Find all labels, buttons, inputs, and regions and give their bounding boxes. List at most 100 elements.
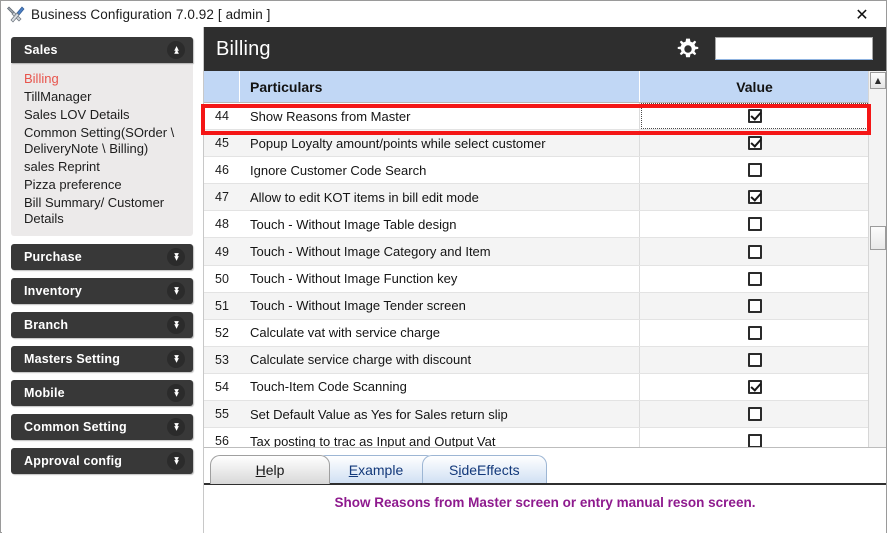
- sidebar-panel-header-inventory[interactable]: Inventory▼▼: [11, 278, 193, 304]
- row-value-cell[interactable]: [641, 130, 868, 156]
- table-row[interactable]: 54Touch-Item Code Scanning: [204, 374, 868, 401]
- row-value-cell[interactable]: [641, 157, 868, 183]
- row-particulars[interactable]: Touch - Without Image Table design: [240, 211, 640, 237]
- sidebar-panel-title: Mobile: [24, 386, 65, 400]
- page-title: Billing: [216, 38, 271, 61]
- chevron-double-down-icon[interactable]: ▼▼: [167, 248, 185, 266]
- chevron-double-down-icon[interactable]: ▼▼: [167, 316, 185, 334]
- scrollbar-thumb[interactable]: [870, 226, 886, 250]
- row-value-cell[interactable]: [641, 184, 868, 210]
- sidebar-panel: Approval config ▼▼: [11, 448, 193, 474]
- sidebar-item-sales-reprint[interactable]: sales Reprint: [11, 158, 193, 176]
- gear-icon[interactable]: [675, 36, 701, 62]
- chevron-double-down-icon[interactable]: ▼▼: [167, 350, 185, 368]
- row-index: 48: [204, 211, 240, 237]
- sidebar-item-billing[interactable]: Billing: [11, 70, 193, 88]
- table-row[interactable]: 48Touch - Without Image Table design: [204, 211, 868, 238]
- checkbox-checked-icon[interactable]: [748, 190, 762, 204]
- title-bar: Business Configuration 7.0.92 [ admin ] …: [1, 1, 886, 27]
- row-value-cell[interactable]: [641, 347, 868, 373]
- checkbox-unchecked-icon[interactable]: [748, 163, 762, 177]
- sidebar-panel-title: Purchase: [24, 250, 82, 264]
- row-particulars[interactable]: Touch - Without Image Function key: [240, 266, 640, 292]
- checkbox-unchecked-icon[interactable]: [748, 245, 762, 259]
- table-row[interactable]: 53Calculate service charge with discount: [204, 347, 868, 374]
- sidebar-panel-header-mobile[interactable]: Mobile ▼▼: [11, 380, 193, 406]
- scroll-up-icon[interactable]: ▲: [870, 72, 886, 89]
- tab-label: Help: [256, 462, 285, 478]
- checkbox-checked-icon[interactable]: [748, 109, 762, 123]
- tab-example[interactable]: Example: [316, 455, 436, 484]
- column-header-index[interactable]: [204, 71, 240, 102]
- row-value-cell[interactable]: [641, 211, 868, 237]
- row-particulars[interactable]: Touch-Item Code Scanning: [240, 374, 640, 400]
- checkbox-unchecked-icon[interactable]: [748, 353, 762, 367]
- chevron-double-down-icon[interactable]: ▼▼: [167, 282, 185, 300]
- table-row[interactable]: 47Allow to edit KOT items in bill edit m…: [204, 184, 868, 211]
- footer-help-text: Show Reasons from Master screen or entry…: [204, 487, 886, 533]
- table-row[interactable]: 51Touch - Without Image Tender screen: [204, 293, 868, 320]
- grid-body: 44Show Reasons from Master45Popup Loyalt…: [204, 103, 868, 485]
- table-row[interactable]: 49Touch - Without Image Category and Ite…: [204, 238, 868, 265]
- row-particulars[interactable]: Calculate vat with service charge: [240, 320, 640, 346]
- chevron-double-down-icon[interactable]: ▼▼: [167, 452, 185, 470]
- sidebar-panel-title: Approval config: [24, 454, 122, 468]
- checkbox-unchecked-icon[interactable]: [748, 299, 762, 313]
- chevron-double-up-icon[interactable]: ▲▲: [167, 41, 185, 59]
- sidebar-item-bill-summary-customer-details[interactable]: Bill Summary/ Customer Details: [11, 194, 193, 228]
- row-particulars[interactable]: Show Reasons from Master: [240, 103, 640, 129]
- table-row[interactable]: 46Ignore Customer Code Search: [204, 157, 868, 184]
- row-value-cell[interactable]: [641, 320, 868, 346]
- checkbox-unchecked-icon[interactable]: [748, 407, 762, 421]
- row-index: 47: [204, 184, 240, 210]
- row-particulars[interactable]: Calculate service charge with discount: [240, 347, 640, 373]
- table-row[interactable]: 55Set Default Value as Yes for Sales ret…: [204, 401, 868, 428]
- content-header: Billing: [204, 27, 886, 71]
- tab-sideeffects[interactable]: SideEffects: [422, 455, 547, 484]
- table-row[interactable]: 44Show Reasons from Master: [204, 103, 868, 130]
- tab-help[interactable]: Help: [210, 455, 330, 484]
- row-value-cell[interactable]: [641, 266, 868, 292]
- close-icon[interactable]: ✕: [840, 1, 884, 27]
- checkbox-checked-icon[interactable]: [748, 136, 762, 150]
- table-row[interactable]: 52Calculate vat with service charge: [204, 320, 868, 347]
- sidebar-panel-header-sales[interactable]: Sales▲▲: [11, 37, 193, 63]
- row-particulars[interactable]: Set Default Value as Yes for Sales retur…: [240, 401, 640, 427]
- row-particulars[interactable]: Popup Loyalty amount/points while select…: [240, 130, 640, 156]
- checkbox-unchecked-icon[interactable]: [748, 272, 762, 286]
- row-particulars[interactable]: Allow to edit KOT items in bill edit mod…: [240, 184, 640, 210]
- table-row[interactable]: 45Popup Loyalty amount/points while sele…: [204, 130, 868, 157]
- sidebar-item-common-setting-sorder-deliverynote-billing[interactable]: Common Setting(SOrder \ DeliveryNote \ B…: [11, 124, 193, 158]
- row-value-cell[interactable]: [641, 293, 868, 319]
- row-index: 46: [204, 157, 240, 183]
- table-row[interactable]: 50Touch - Without Image Function key: [204, 266, 868, 293]
- sidebar-panel-header-common-setting[interactable]: Common Setting▼▼: [11, 414, 193, 440]
- sidebar-item-sales-lov-details[interactable]: Sales LOV Details: [11, 106, 193, 124]
- sidebar-panel-header-approval-config[interactable]: Approval config ▼▼: [11, 448, 193, 474]
- column-header-value[interactable]: Value: [641, 71, 868, 102]
- column-header-particulars[interactable]: Particulars: [240, 71, 640, 102]
- chevron-double-down-icon[interactable]: ▼▼: [167, 384, 185, 402]
- checkbox-unchecked-icon[interactable]: [748, 217, 762, 231]
- row-value-cell[interactable]: [641, 103, 868, 129]
- sidebar-panel-header-branch[interactable]: Branch▼▼: [11, 312, 193, 338]
- vertical-scrollbar[interactable]: ▲ ▼: [868, 71, 886, 485]
- row-value-cell[interactable]: [641, 401, 868, 427]
- row-particulars[interactable]: Touch - Without Image Category and Item: [240, 238, 640, 264]
- sidebar-panel-header-masters-setting[interactable]: Masters Setting ▼▼: [11, 346, 193, 372]
- checkbox-unchecked-icon[interactable]: [748, 326, 762, 340]
- tab-label: Example: [349, 462, 403, 478]
- sidebar-item-pizza-preference[interactable]: Pizza preference: [11, 176, 193, 194]
- sidebar-panel-header-purchase[interactable]: Purchase ▼▼: [11, 244, 193, 270]
- row-particulars[interactable]: Touch - Without Image Tender screen: [240, 293, 640, 319]
- row-index: 51: [204, 293, 240, 319]
- sidebar-panel-title: Masters Setting: [24, 352, 120, 366]
- search-input[interactable]: [715, 37, 873, 60]
- row-index: 45: [204, 130, 240, 156]
- row-value-cell[interactable]: [641, 374, 868, 400]
- chevron-double-down-icon[interactable]: ▼▼: [167, 418, 185, 436]
- row-particulars[interactable]: Ignore Customer Code Search: [240, 157, 640, 183]
- row-value-cell[interactable]: [641, 238, 868, 264]
- sidebar-item-tillmanager[interactable]: TillManager: [11, 88, 193, 106]
- checkbox-checked-icon[interactable]: [748, 380, 762, 394]
